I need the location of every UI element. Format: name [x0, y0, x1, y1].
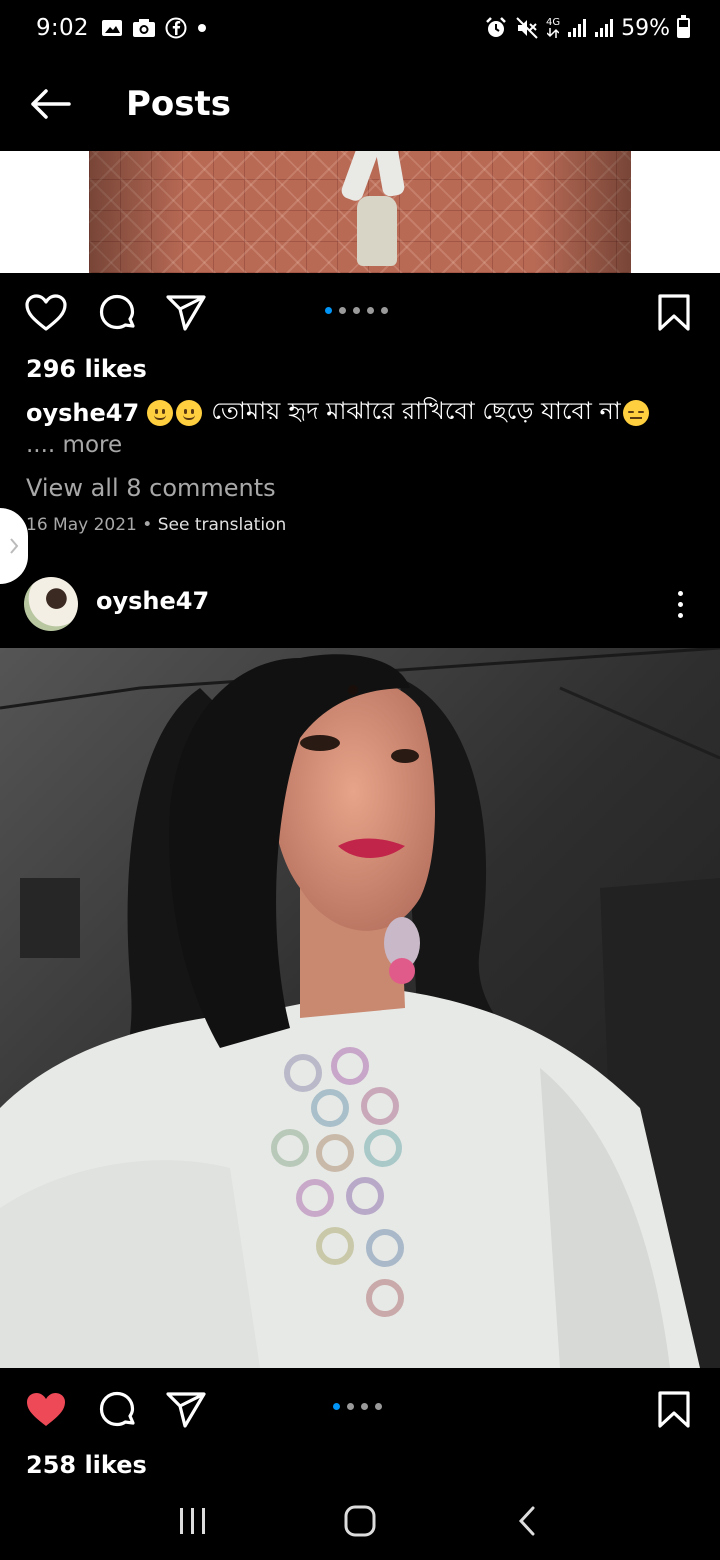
home-button[interactable] — [330, 1491, 390, 1551]
post2-header: oyshe47 — [0, 570, 720, 648]
post1-caption: oyshe47 তোমায় হৃদ মাঝারে রাখিবো ছেড়ে য… — [26, 393, 652, 433]
post1-view-comments[interactable]: View all 8 comments — [26, 474, 276, 502]
back-nav-button[interactable] — [497, 1491, 557, 1551]
post1-caption-username[interactable]: oyshe47 — [26, 399, 139, 427]
carousel-dot — [381, 307, 388, 314]
heart-filled-icon — [27, 1393, 65, 1426]
mute-icon — [515, 16, 539, 40]
post2-carousel-indicator — [333, 1403, 382, 1410]
post1-action-bar — [0, 273, 720, 353]
status-left-icons — [101, 17, 208, 39]
signal-icon — [567, 18, 587, 38]
more-options-button[interactable] — [662, 582, 698, 626]
slightly-smiling-emoji-icon — [176, 400, 203, 426]
post2-save-button[interactable] — [650, 1386, 698, 1434]
meta-separator: • — [142, 515, 153, 535]
status-bar: 9:02 4G 59% — [0, 0, 720, 56]
carousel-dot — [325, 307, 332, 314]
top-app-bar: Posts — [0, 56, 720, 151]
carousel-dot — [353, 307, 360, 314]
post2-username[interactable]: oyshe47 — [96, 587, 209, 615]
facebook-icon — [165, 17, 187, 39]
post1-likes[interactable]: 296 likes — [26, 355, 147, 383]
post2-photo[interactable] — [0, 648, 720, 1368]
see-translation-link[interactable]: See translation — [158, 515, 287, 535]
carousel-dot — [361, 1403, 368, 1410]
post2-comment-button[interactable] — [93, 1386, 141, 1434]
arrow-left-icon — [31, 88, 71, 119]
post1-photo-leg — [374, 151, 406, 198]
network-type: 4G — [546, 18, 560, 38]
heart-icon — [25, 294, 67, 331]
status-right: 4G 59% — [484, 15, 690, 41]
post2-share-button[interactable] — [162, 1386, 210, 1434]
carousel-dot — [333, 1403, 340, 1410]
post2-photo-illustration — [0, 648, 720, 1368]
post2-action-bar — [0, 1368, 720, 1448]
bookmark-icon — [658, 294, 690, 331]
avatar[interactable] — [24, 577, 78, 631]
post2-like-button[interactable] — [22, 1386, 70, 1434]
post1-media[interactable] — [0, 151, 720, 273]
expressionless-emoji-icon — [622, 400, 649, 426]
status-time: 9:02 — [36, 15, 89, 41]
comment-icon — [99, 1391, 135, 1427]
carousel-dot — [347, 1403, 354, 1410]
recents-icon — [180, 1508, 206, 1534]
post2-likes[interactable]: 258 likes — [26, 1451, 147, 1479]
battery-icon — [677, 15, 690, 38]
page-title: Posts — [126, 83, 232, 124]
signal-icon — [594, 18, 614, 38]
bookmark-icon — [658, 1391, 690, 1428]
home-icon — [344, 1505, 376, 1537]
post1-share-button[interactable] — [162, 289, 210, 337]
post1-photo-shoe — [357, 196, 397, 266]
post1-more-link[interactable]: .... more — [26, 432, 122, 458]
alarm-icon — [484, 16, 508, 40]
carousel-dot — [375, 1403, 382, 1410]
post1-photo — [89, 151, 631, 273]
comment-icon — [99, 294, 135, 330]
battery-fill — [679, 26, 688, 36]
post1-like-button[interactable] — [22, 289, 70, 337]
battery-percent: 59% — [621, 15, 670, 41]
post1-date: 16 May 2021 — [26, 515, 137, 535]
post1-comment-button[interactable] — [93, 289, 141, 337]
post1-carousel-indicator — [325, 307, 388, 314]
post1-caption-text: তোমায় হৃদ মাঝারে রাখিবো ছেড়ে যাবো না — [211, 397, 621, 425]
system-nav-bar — [0, 1482, 720, 1560]
more-vert-icon — [677, 590, 683, 596]
recents-button[interactable] — [163, 1491, 223, 1551]
gallery-icon — [101, 18, 123, 38]
back-icon — [518, 1506, 535, 1536]
carousel-dot — [339, 307, 346, 314]
post1-meta: 16 May 2021 • See translation — [26, 515, 286, 535]
back-button[interactable] — [0, 56, 100, 151]
post1-save-button[interactable] — [650, 289, 698, 337]
send-icon — [166, 1392, 206, 1428]
chevron-right-icon — [10, 538, 19, 554]
network-label: 4G — [545, 17, 561, 28]
camera-icon — [132, 18, 156, 38]
dot-icon — [196, 22, 208, 34]
carousel-dot — [367, 307, 374, 314]
slightly-smiling-emoji-icon — [147, 400, 174, 426]
send-icon — [166, 295, 206, 331]
